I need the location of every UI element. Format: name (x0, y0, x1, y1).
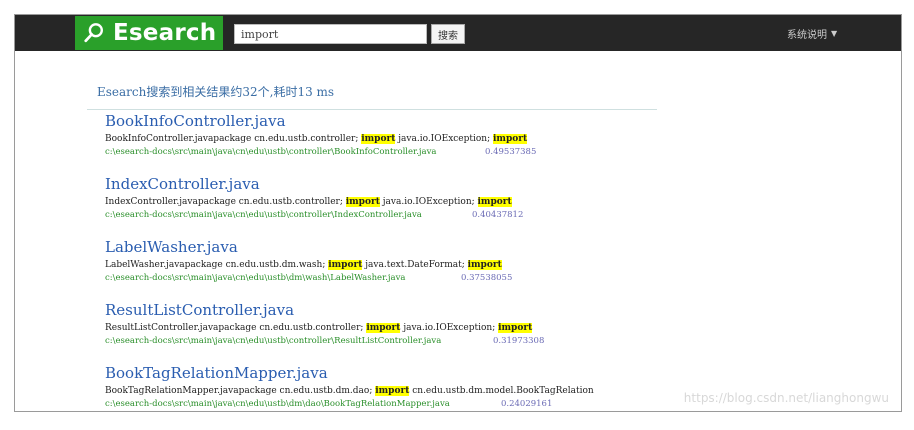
result-item: LabelWasher.java LabelWasher.javapackage … (105, 238, 657, 284)
snippet-text: ResultListController.javapackage cn.edu.… (105, 323, 367, 333)
snippet-text: java.io.IOException; (379, 197, 478, 207)
caret-down-icon: ▼ (831, 29, 838, 38)
snippet-text: java.io.IOException; (400, 323, 499, 333)
result-path: c:\esearch-docs\src\main\java\cn\edu\ust… (105, 147, 437, 157)
brand-name: Esearch (113, 20, 217, 46)
search-button[interactable]: 搜索 (431, 24, 465, 44)
results-panel: Esearch搜索到相关结果约32个,耗时13 ms BookInfoContr… (87, 55, 657, 411)
snippet-text: IndexController.javapackage cn.edu.ustb.… (105, 197, 346, 207)
result-score: 0.49537385 (485, 147, 537, 157)
snippet-text: java.text.DateFormat; (362, 260, 468, 270)
result-title-link[interactable]: IndexController.java (105, 175, 657, 193)
result-score: 0.40437812 (472, 210, 524, 220)
snippet-text: cn.edu.ustb.dm.model.BookTagRelation (409, 386, 594, 396)
highlight-term: import (493, 134, 528, 144)
result-score: 0.24029161 (501, 399, 553, 409)
snippet-text: BookTagRelationMapper.javapackage cn.edu… (105, 386, 376, 396)
result-score: 0.31973308 (493, 336, 545, 346)
result-path: c:\esearch-docs\src\main\java\cn\edu\ust… (105, 399, 450, 409)
highlight-term: import (498, 323, 533, 333)
result-path: c:\esearch-docs\src\main\java\cn\edu\ust… (105, 273, 406, 283)
result-title-link[interactable]: LabelWasher.java (105, 238, 657, 256)
watermark: https://blog.csdn.net/lianghongwu (683, 391, 889, 405)
result-item: ResultListController.java ResultListContr… (105, 301, 657, 347)
result-path: c:\esearch-docs\src\main\java\cn\edu\ust… (105, 210, 422, 220)
result-meta: c:\esearch-docs\src\main\java\cn\edu\ust… (105, 335, 657, 347)
result-snippet: BookTagRelationMapper.javapackage cn.edu… (105, 385, 657, 397)
result-title-link[interactable]: BookInfoController.java (105, 112, 657, 130)
result-title-link[interactable]: BookTagRelationMapper.java (105, 364, 657, 382)
result-path: c:\esearch-docs\src\main\java\cn\edu\ust… (105, 336, 442, 346)
divider (87, 109, 657, 110)
result-meta: c:\esearch-docs\src\main\java\cn\edu\ust… (105, 209, 657, 221)
search-input[interactable] (234, 24, 427, 44)
result-summary: Esearch搜索到相关结果约32个,耗时13 ms (97, 85, 335, 99)
highlight-term: import (328, 260, 363, 270)
result-meta: c:\esearch-docs\src\main\java\cn\edu\ust… (105, 146, 657, 158)
result-score: 0.37538055 (461, 273, 513, 283)
highlight-term: import (467, 260, 502, 270)
brand-logo[interactable]: Esearch (75, 16, 223, 50)
result-title-link[interactable]: ResultListController.java (105, 301, 657, 319)
highlight-term: import (361, 134, 396, 144)
highlight-term: import (477, 197, 512, 207)
result-snippet: LabelWasher.javapackage cn.edu.ustb.dm.w… (105, 259, 657, 271)
highlight-term: import (375, 386, 410, 396)
result-item: BookTagRelationMapper.java BookTagRelatio… (105, 364, 657, 410)
result-item: IndexController.java IndexController.java… (105, 175, 657, 221)
result-snippet: IndexController.javapackage cn.edu.ustb.… (105, 196, 657, 208)
system-menu-dropdown[interactable]: 系统说明 ▼ (787, 26, 837, 41)
snippet-text: java.io.IOException; (395, 134, 493, 144)
result-meta: c:\esearch-docs\src\main\java\cn\edu\ust… (105, 398, 657, 410)
highlight-term: import (345, 197, 380, 207)
app-window: Esearch 搜索 系统说明 ▼ Esearch搜索到相关结果约32个,耗时1… (14, 14, 902, 412)
result-meta: c:\esearch-docs\src\main\java\cn\edu\ust… (105, 272, 657, 284)
search-icon (84, 23, 103, 43)
top-navbar: Esearch 搜索 系统说明 ▼ (15, 15, 901, 51)
snippet-text: LabelWasher.javapackage cn.edu.ustb.dm.w… (105, 260, 329, 270)
result-snippet: BookInfoController.javapackage cn.edu.us… (105, 133, 657, 145)
system-menu-label: 系统说明 (787, 30, 827, 41)
result-snippet: ResultListController.javapackage cn.edu.… (105, 322, 657, 334)
snippet-text: BookInfoController.javapackage cn.edu.us… (105, 134, 362, 144)
highlight-term: import (366, 323, 401, 333)
result-item: BookInfoController.java BookInfoControlle… (105, 112, 657, 158)
